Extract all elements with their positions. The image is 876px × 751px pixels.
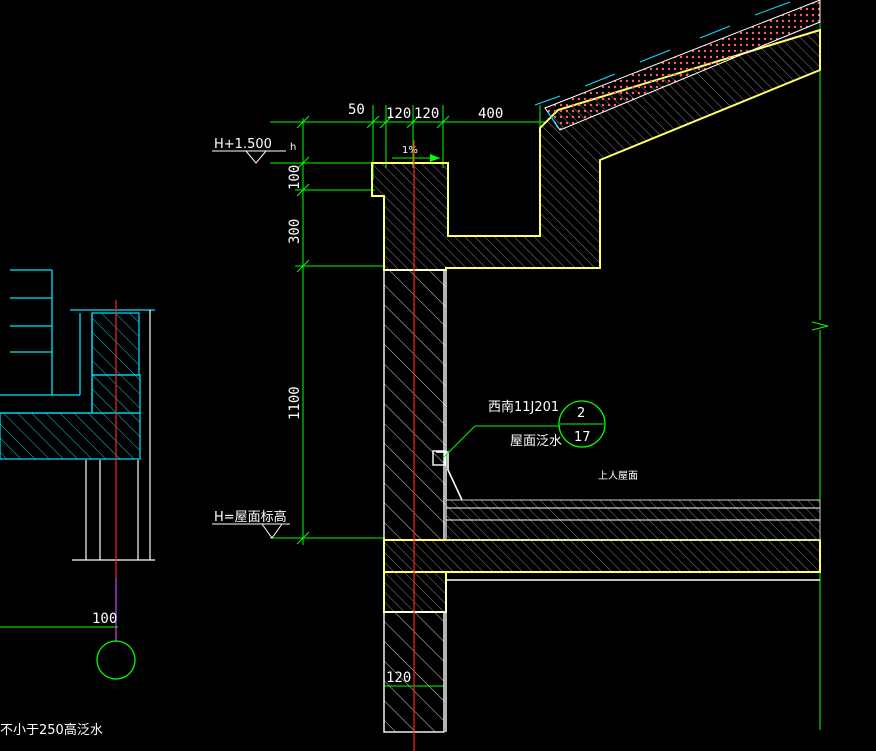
- dimension-label-1100: 1100: [287, 386, 303, 420]
- elevation-top: H+1.500: [214, 137, 272, 152]
- slope-label: 1%: [402, 145, 418, 156]
- dimension-label-400: 400: [478, 106, 503, 122]
- elevation-roof: H=屋面标高: [214, 509, 287, 525]
- detail-callout: 西南11J201 2 17 屋面泛水 上人屋面: [442, 399, 638, 482]
- left-partial-detail: 100 不小于250高泛水: [0, 269, 155, 738]
- section-detail-drawing: 100 不小于250高泛水 50 120 120 400 100 300 110…: [0, 0, 829, 751]
- dimension-label-50: 50: [348, 102, 365, 118]
- dimension-label-120-b: 120: [414, 106, 439, 122]
- callout-detail-number: 2: [577, 406, 585, 421]
- note-roof-use: 上人屋面: [598, 470, 638, 482]
- callout-description: 屋面泛水: [510, 434, 562, 449]
- dimension-label-120-a: 120: [386, 106, 411, 122]
- elevation-h-mark: h: [290, 142, 296, 153]
- dimension-label-100-bottom: 100: [92, 611, 117, 627]
- dimension-label-300: 300: [287, 219, 303, 244]
- callout-sheet-number: 17: [574, 430, 591, 445]
- note-flashing-height: 不小于250高泛水: [0, 722, 103, 738]
- callout-reference: 西南11J201: [488, 399, 559, 415]
- axis-bubble: [96, 640, 136, 680]
- cad-drawing-canvas[interactable]: 100 不小于250高泛水 50 120 120 400 100 300 110…: [0, 0, 876, 751]
- dimension-label-100: 100: [287, 165, 303, 190]
